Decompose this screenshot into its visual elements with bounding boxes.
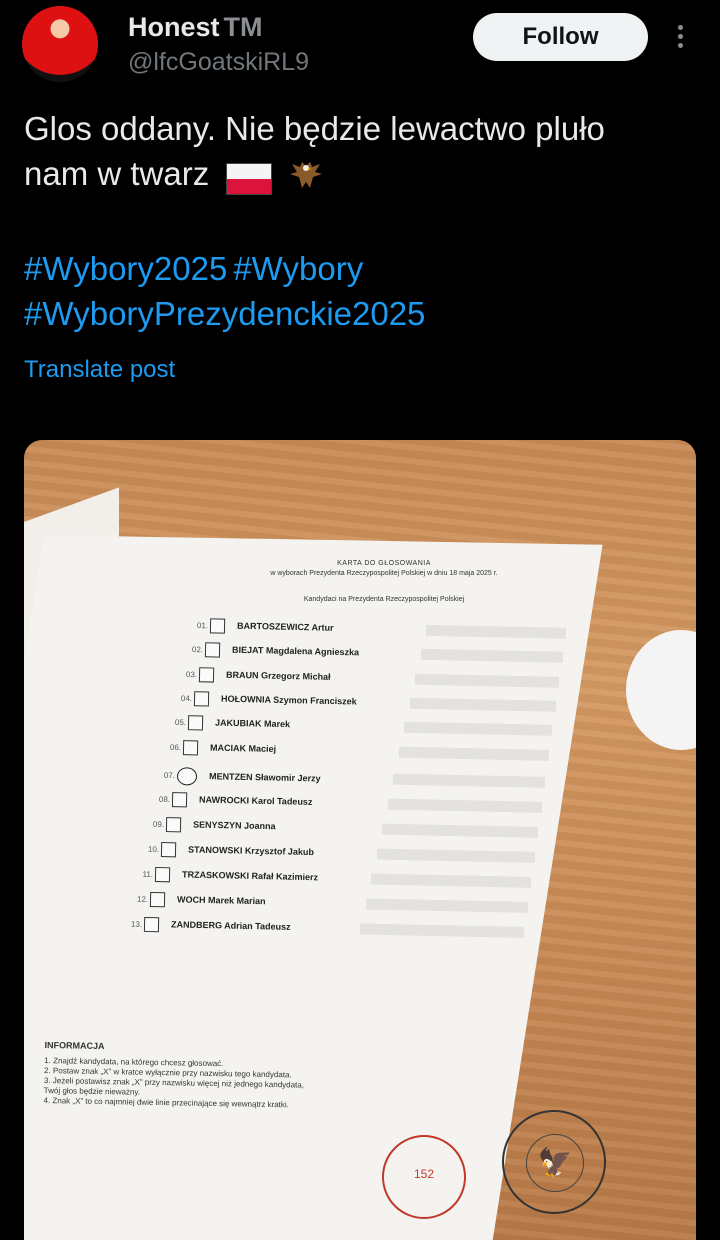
checkbox	[171, 792, 187, 808]
candidate-shade	[387, 798, 542, 814]
candidate-name: BIEJAT Magdalena Agnieszka	[231, 645, 359, 658]
checkbox	[154, 867, 171, 883]
ballot-content: KARTA DO GŁOSOWANIA w wyborach Prezydent…	[24, 440, 696, 1240]
candidate-name: ZANDBERG Adrian Tadeusz	[170, 919, 291, 932]
avatar[interactable]	[22, 6, 98, 82]
candidate-row: 12. WOCH Marek Marian	[125, 891, 558, 916]
red-stamp: 152	[382, 1135, 466, 1219]
hashtag-link[interactable]: #WyboryPrezydenckie2025	[24, 295, 425, 332]
author-badge: TM	[223, 12, 263, 42]
candidate-row: 03. BRAUN Grzegorz Michał	[175, 666, 581, 690]
candidate-number: 11.	[142, 869, 154, 879]
candidate-shade	[376, 848, 535, 863]
candidate-number: 07.	[163, 771, 176, 781]
checkbox	[187, 715, 204, 731]
candidate-name: BRAUN Grzegorz Michał	[225, 669, 331, 682]
author-name[interactable]: Honest TM	[128, 12, 263, 43]
candidate-number: 13.	[130, 919, 143, 929]
candidate-number: 08.	[158, 794, 170, 805]
candidate-number: 04.	[180, 693, 192, 703]
checkbox	[209, 618, 226, 634]
ballot-heading: Kandydaci na Prezydenta Rzeczypospolitej…	[303, 596, 465, 603]
checkbox	[165, 817, 182, 833]
candidate-name: MENTZEN Sławomir Jerzy	[208, 771, 321, 784]
candidate-shade	[414, 673, 560, 688]
candidate-shade	[409, 697, 556, 712]
candidate-row: 13. ZANDBERG Adrian Tadeusz	[120, 916, 556, 941]
candidate-row: 05. JAKUBIAK Marek	[164, 715, 576, 740]
candidate-shade	[359, 923, 525, 938]
candidate-name: MACIAK Maciej	[209, 742, 276, 754]
candidate-name: STANOWSKI Krzysztof Jakub	[187, 844, 314, 858]
candidate-shade	[425, 624, 567, 639]
candidate-number: 02.	[191, 645, 203, 655]
checkbox	[176, 767, 198, 786]
candidate-number: 05.	[174, 717, 187, 728]
candidate-number: 03.	[185, 669, 198, 679]
candidate-row: 02. BIEJAT Magdalena Agnieszka	[180, 642, 583, 666]
candidate-row: 06. MACIAK Maciej	[158, 739, 573, 764]
commission-seal: 🦅	[502, 1110, 606, 1214]
checkbox	[182, 739, 198, 755]
candidate-name: WOCH Marek Marian	[176, 894, 266, 907]
checkbox	[160, 842, 176, 858]
candidate-row: 01. BARTOSZEWICZ Artur	[186, 618, 586, 642]
post-text: Glos oddany. Nie będzie lewactwo pluło n…	[24, 106, 694, 199]
hashtag-link[interactable]: #Wybory	[233, 250, 363, 287]
checkbox	[143, 916, 160, 933]
poland-flag-icon	[226, 154, 273, 199]
hashtags: #Wybory2025 #Wybory #WyboryPrezydenckie20…	[24, 246, 694, 336]
candidate-row: 10. STANOWSKI Krzysztof Jakub	[136, 842, 563, 867]
stamp-number: 152	[413, 1167, 435, 1181]
checkbox	[198, 666, 215, 683]
post-image[interactable]: KARTA DO GŁOSOWANIA w wyborach Prezydent…	[24, 440, 696, 1240]
ballot-subtitle: w wyborach Prezydenta Rzeczypospolitej P…	[270, 570, 498, 577]
candidate-name: JAKUBIAK Marek	[214, 717, 291, 730]
candidate-number: 06.	[169, 742, 181, 752]
candidate-name: TRZASKOWSKI Rafał Kazimierz	[181, 869, 319, 883]
candidate-number: 12.	[136, 894, 148, 904]
checkbox	[149, 891, 165, 908]
candidate-row: 09. SENYSZYN Joanna	[142, 817, 566, 842]
ballot-title: KARTA DO GŁOSOWANIA	[337, 560, 431, 567]
candidate-row: 04. HOŁOWNIA Szymon Franciszek	[169, 691, 578, 716]
post-text-line1: Glos oddany. Nie będzie lewactwo pluło	[24, 110, 605, 147]
post-header: Honest TM @lfcGoatskiRL9 Follow	[0, 0, 720, 90]
candidate-shade	[370, 873, 532, 888]
checkbox	[204, 642, 220, 658]
checkbox	[193, 691, 209, 707]
follow-button[interactable]: Follow	[473, 13, 648, 61]
more-options-icon[interactable]	[670, 22, 690, 52]
ballot-info: INFORMACJA 1. Znajdź kandydata, na które…	[43, 1040, 384, 1112]
author-handle[interactable]: @lfcGoatskiRL9	[128, 48, 309, 77]
post-text-line2-text: nam w twarz	[24, 155, 210, 192]
candidate-shade	[403, 721, 553, 736]
candidate-name: HOŁOWNIA Szymon Franciszek	[220, 693, 357, 707]
info-heading: INFORMACJA	[44, 1040, 105, 1052]
author-name-text[interactable]: Honest	[128, 12, 220, 42]
candidate-shade	[365, 898, 528, 913]
hashtag-link[interactable]: #Wybory2025	[24, 250, 227, 287]
candidate-shade	[381, 823, 539, 839]
candidate-row: 08. NAWROCKI Karol Tadeusz	[147, 792, 568, 817]
candidate-shade	[420, 649, 563, 664]
candidate-number: 09.	[152, 819, 165, 830]
candidate-row: 11. TRZASKOWSKI Rafał Kazimierz	[131, 866, 561, 891]
candidate-shade	[392, 774, 546, 789]
candidate-number: 01.	[196, 620, 209, 631]
candidate-name: BARTOSZEWICZ Artur	[236, 620, 334, 633]
eagle-icon	[289, 162, 322, 189]
translate-post-link[interactable]: Translate post	[24, 356, 175, 384]
eagle-seal-icon: 🦅	[526, 1134, 584, 1192]
candidate-name: NAWROCKI Karol Tadeusz	[198, 794, 312, 808]
candidate-shade	[398, 746, 549, 761]
candidate-number: 10.	[147, 844, 159, 854]
post-text-line2: nam w twarz	[24, 151, 694, 199]
candidate-name: SENYSZYN Joanna	[192, 819, 276, 832]
candidate-row: 07. MENTZEN Sławomir Jerzy	[153, 767, 571, 792]
